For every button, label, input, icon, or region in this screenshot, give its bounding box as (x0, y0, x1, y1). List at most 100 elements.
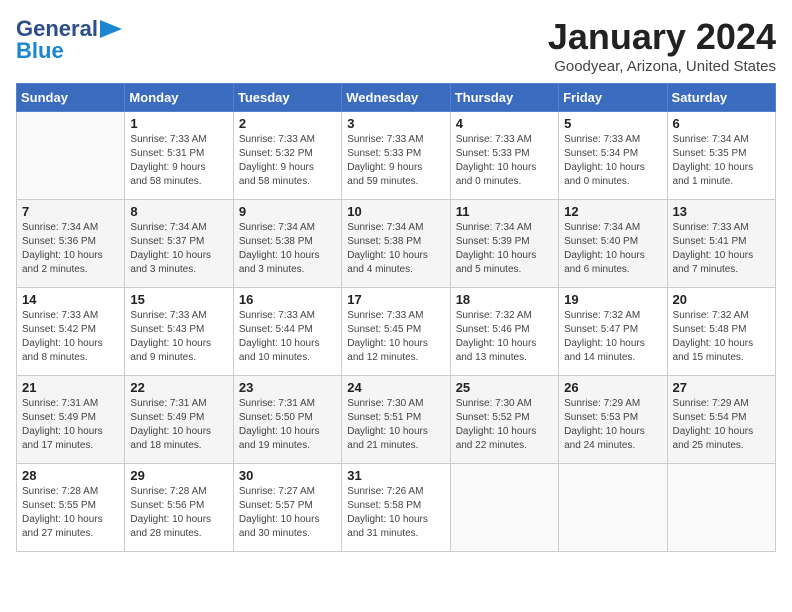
calendar-cell: 28 Sunrise: 7:28 AM Sunset: 5:55 PM Dayli… (17, 464, 125, 552)
day-number: 2 (239, 116, 336, 131)
day-number: 30 (239, 468, 336, 483)
logo-blue: Blue (16, 38, 64, 64)
calendar-cell: 1 Sunrise: 7:33 AM Sunset: 5:31 PM Daylig… (125, 112, 233, 200)
day-info: Sunrise: 7:33 AM Sunset: 5:42 PM Dayligh… (22, 309, 119, 365)
logo-arrow-icon (100, 20, 122, 38)
calendar-cell: 13 Sunrise: 7:33 AM Sunset: 5:41 PM Dayli… (667, 200, 775, 288)
title-area: January 2024 Goodyear, Arizona, United S… (548, 16, 776, 75)
calendar-cell: 2 Sunrise: 7:33 AM Sunset: 5:32 PM Daylig… (233, 112, 341, 200)
day-number: 27 (673, 380, 770, 395)
weekday-header-row: Sunday Monday Tuesday Wednesday Thursday… (17, 84, 776, 112)
day-number: 12 (564, 204, 661, 219)
day-info: Sunrise: 7:31 AM Sunset: 5:49 PM Dayligh… (130, 397, 227, 453)
calendar-week-4: 21 Sunrise: 7:31 AM Sunset: 5:49 PM Dayli… (17, 376, 776, 464)
day-number: 26 (564, 380, 661, 395)
day-number: 3 (347, 116, 444, 131)
calendar-cell (559, 464, 667, 552)
calendar-cell: 27 Sunrise: 7:29 AM Sunset: 5:54 PM Dayli… (667, 376, 775, 464)
day-info: Sunrise: 7:29 AM Sunset: 5:53 PM Dayligh… (564, 397, 661, 453)
calendar-cell: 16Sunrise: 7:33 AM Sunset: 5:44 PM Dayli… (233, 288, 341, 376)
day-number: 9 (239, 204, 336, 219)
day-number: 4 (456, 116, 553, 131)
day-number: 31 (347, 468, 444, 483)
day-number: 11 (456, 204, 553, 219)
day-info: Sunrise: 7:33 AM Sunset: 5:45 PM Dayligh… (347, 309, 444, 365)
day-number: 29 (130, 468, 227, 483)
calendar-cell: 14 Sunrise: 7:33 AM Sunset: 5:42 PM Dayli… (17, 288, 125, 376)
day-number: 5 (564, 116, 661, 131)
day-number: 8 (130, 204, 227, 219)
day-info: Sunrise: 7:33 AM Sunset: 5:34 PM Dayligh… (564, 133, 661, 189)
day-info: Sunrise: 7:34 AM Sunset: 5:37 PM Dayligh… (130, 221, 227, 277)
day-info: Sunrise: 7:33 AM Sunset: 5:32 PM Dayligh… (239, 133, 336, 189)
header-saturday: Saturday (667, 84, 775, 112)
header-sunday: Sunday (17, 84, 125, 112)
day-info: Sunrise: 7:34 AM Sunset: 5:36 PM Dayligh… (22, 221, 119, 277)
day-info: Sunrise: 7:33 AM Sunset: 5:41 PM Dayligh… (673, 221, 770, 277)
calendar-cell: 9Sunrise: 7:34 AM Sunset: 5:38 PM Daylig… (233, 200, 341, 288)
day-number: 24 (347, 380, 444, 395)
calendar-cell: 20 Sunrise: 7:32 AM Sunset: 5:48 PM Dayli… (667, 288, 775, 376)
day-number: 18 (456, 292, 553, 307)
calendar-cell: 26 Sunrise: 7:29 AM Sunset: 5:53 PM Dayli… (559, 376, 667, 464)
day-number: 21 (22, 380, 119, 395)
header-thursday: Thursday (450, 84, 558, 112)
day-info: Sunrise: 7:34 AM Sunset: 5:35 PM Dayligh… (673, 133, 770, 189)
day-info: Sunrise: 7:34 AM Sunset: 5:40 PM Dayligh… (564, 221, 661, 277)
day-number: 25 (456, 380, 553, 395)
calendar-cell (17, 112, 125, 200)
day-number: 22 (130, 380, 227, 395)
calendar-cell: 3Sunrise: 7:33 AM Sunset: 5:33 PM Daylig… (342, 112, 450, 200)
day-number: 23 (239, 380, 336, 395)
calendar-title: January 2024 (548, 16, 776, 58)
calendar-cell: 19 Sunrise: 7:32 AM Sunset: 5:47 PM Dayli… (559, 288, 667, 376)
day-info: Sunrise: 7:33 AM Sunset: 5:43 PM Dayligh… (130, 309, 227, 365)
calendar-cell: 12 Sunrise: 7:34 AM Sunset: 5:40 PM Dayli… (559, 200, 667, 288)
day-number: 19 (564, 292, 661, 307)
header-wednesday: Wednesday (342, 84, 450, 112)
calendar-week-1: 1 Sunrise: 7:33 AM Sunset: 5:31 PM Daylig… (17, 112, 776, 200)
day-number: 28 (22, 468, 119, 483)
day-number: 10 (347, 204, 444, 219)
calendar-cell: 6 Sunrise: 7:34 AM Sunset: 5:35 PM Daylig… (667, 112, 775, 200)
calendar-table: Sunday Monday Tuesday Wednesday Thursday… (16, 83, 776, 552)
day-info: Sunrise: 7:28 AM Sunset: 5:55 PM Dayligh… (22, 485, 119, 541)
day-number: 7 (22, 204, 119, 219)
day-number: 6 (673, 116, 770, 131)
calendar-cell: 25 Sunrise: 7:30 AM Sunset: 5:52 PM Dayli… (450, 376, 558, 464)
day-info: Sunrise: 7:26 AM Sunset: 5:58 PM Dayligh… (347, 485, 444, 541)
day-number: 1 (130, 116, 227, 131)
calendar-week-2: 7 Sunrise: 7:34 AM Sunset: 5:36 PM Daylig… (17, 200, 776, 288)
day-number: 17 (347, 292, 444, 307)
calendar-cell: 21 Sunrise: 7:31 AM Sunset: 5:49 PM Dayli… (17, 376, 125, 464)
day-number: 14 (22, 292, 119, 307)
day-info: Sunrise: 7:27 AM Sunset: 5:57 PM Dayligh… (239, 485, 336, 541)
day-number: 20 (673, 292, 770, 307)
day-info: Sunrise: 7:33 AM Sunset: 5:31 PM Dayligh… (130, 133, 227, 189)
calendar-cell: 11Sunrise: 7:34 AM Sunset: 5:39 PM Dayli… (450, 200, 558, 288)
day-info: Sunrise: 7:30 AM Sunset: 5:52 PM Dayligh… (456, 397, 553, 453)
calendar-cell: 10 Sunrise: 7:34 AM Sunset: 5:38 PM Dayli… (342, 200, 450, 288)
day-info: Sunrise: 7:34 AM Sunset: 5:38 PM Dayligh… (347, 221, 444, 277)
logo: General Blue (16, 16, 122, 64)
day-info: Sunrise: 7:32 AM Sunset: 5:47 PM Dayligh… (564, 309, 661, 365)
calendar-cell: 8 Sunrise: 7:34 AM Sunset: 5:37 PM Daylig… (125, 200, 233, 288)
day-info: Sunrise: 7:32 AM Sunset: 5:48 PM Dayligh… (673, 309, 770, 365)
header-monday: Monday (125, 84, 233, 112)
day-info: Sunrise: 7:31 AM Sunset: 5:49 PM Dayligh… (22, 397, 119, 453)
calendar-cell: 23Sunrise: 7:31 AM Sunset: 5:50 PM Dayli… (233, 376, 341, 464)
calendar-cell (667, 464, 775, 552)
calendar-cell (450, 464, 558, 552)
header-tuesday: Tuesday (233, 84, 341, 112)
calendar-subtitle: Goodyear, Arizona, United States (548, 58, 776, 75)
day-info: Sunrise: 7:33 AM Sunset: 5:33 PM Dayligh… (456, 133, 553, 189)
calendar-cell: 4 Sunrise: 7:33 AM Sunset: 5:33 PM Daylig… (450, 112, 558, 200)
calendar-cell: 31 Sunrise: 7:26 AM Sunset: 5:58 PM Dayli… (342, 464, 450, 552)
calendar-cell: 17 Sunrise: 7:33 AM Sunset: 5:45 PM Dayli… (342, 288, 450, 376)
day-number: 15 (130, 292, 227, 307)
day-info: Sunrise: 7:32 AM Sunset: 5:46 PM Dayligh… (456, 309, 553, 365)
day-info: Sunrise: 7:29 AM Sunset: 5:54 PM Dayligh… (673, 397, 770, 453)
day-info: Sunrise: 7:30 AM Sunset: 5:51 PM Dayligh… (347, 397, 444, 453)
day-number: 13 (673, 204, 770, 219)
calendar-cell: 5 Sunrise: 7:33 AM Sunset: 5:34 PM Daylig… (559, 112, 667, 200)
